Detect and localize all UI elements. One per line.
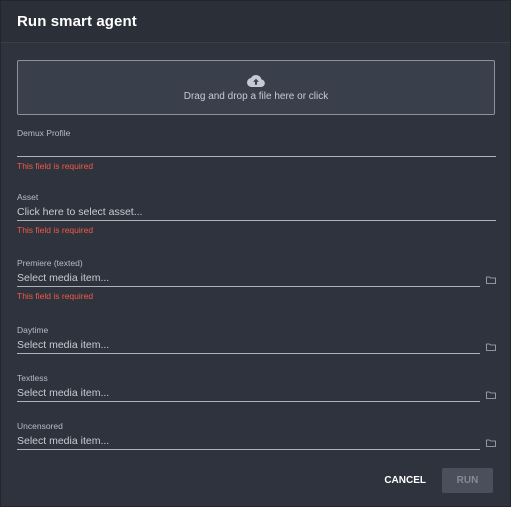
folder-icon[interactable] [486, 276, 496, 284]
dialog-title: Run smart agent [17, 13, 137, 30]
cloud-upload-icon [247, 74, 265, 87]
cancel-button[interactable]: CANCEL [384, 468, 426, 493]
textless-field: Textless Select media item... [17, 373, 496, 402]
textless-label: Textless [17, 373, 48, 383]
demux-profile-input[interactable] [17, 139, 496, 157]
dialog-header: Run smart agent [1, 1, 510, 43]
uncensored-input[interactable]: Select media item... [17, 432, 480, 450]
demux-profile-field: Demux Profile This field is required [17, 128, 496, 171]
dialog-actions: CANCEL RUN [384, 468, 493, 493]
daytime-input[interactable]: Select media item... [17, 336, 480, 354]
dropzone-text: Drag and drop a file here or click [183, 90, 329, 102]
textless-input[interactable]: Select media item... [17, 384, 480, 402]
run-smart-agent-dialog: Run smart agent Drag and drop a file her… [0, 0, 511, 507]
demux-profile-error: This field is required [17, 161, 94, 171]
uncensored-label: Uncensored [17, 421, 63, 431]
folder-icon[interactable] [486, 439, 496, 447]
demux-profile-label: Demux Profile [17, 128, 71, 138]
folder-icon[interactable] [486, 391, 496, 399]
asset-input[interactable]: Click here to select asset... [17, 203, 496, 221]
daytime-field: Daytime Select media item... [17, 325, 496, 354]
daytime-label: Daytime [17, 325, 49, 335]
asset-field: Asset Click here to select asset... This… [17, 192, 496, 235]
folder-icon[interactable] [486, 343, 496, 351]
uncensored-field: Uncensored Select media item... [17, 421, 496, 450]
premiere-input[interactable]: Select media item... [17, 269, 480, 287]
premiere-label: Premiere (texted) [17, 258, 83, 268]
premiere-field: Premiere (texted) Select media item... T… [17, 258, 496, 301]
file-dropzone[interactable]: Drag and drop a file here or click [17, 60, 495, 115]
premiere-error: This field is required [17, 291, 94, 301]
asset-error: This field is required [17, 225, 94, 235]
asset-label: Asset [17, 192, 39, 202]
run-button[interactable]: RUN [442, 468, 493, 493]
